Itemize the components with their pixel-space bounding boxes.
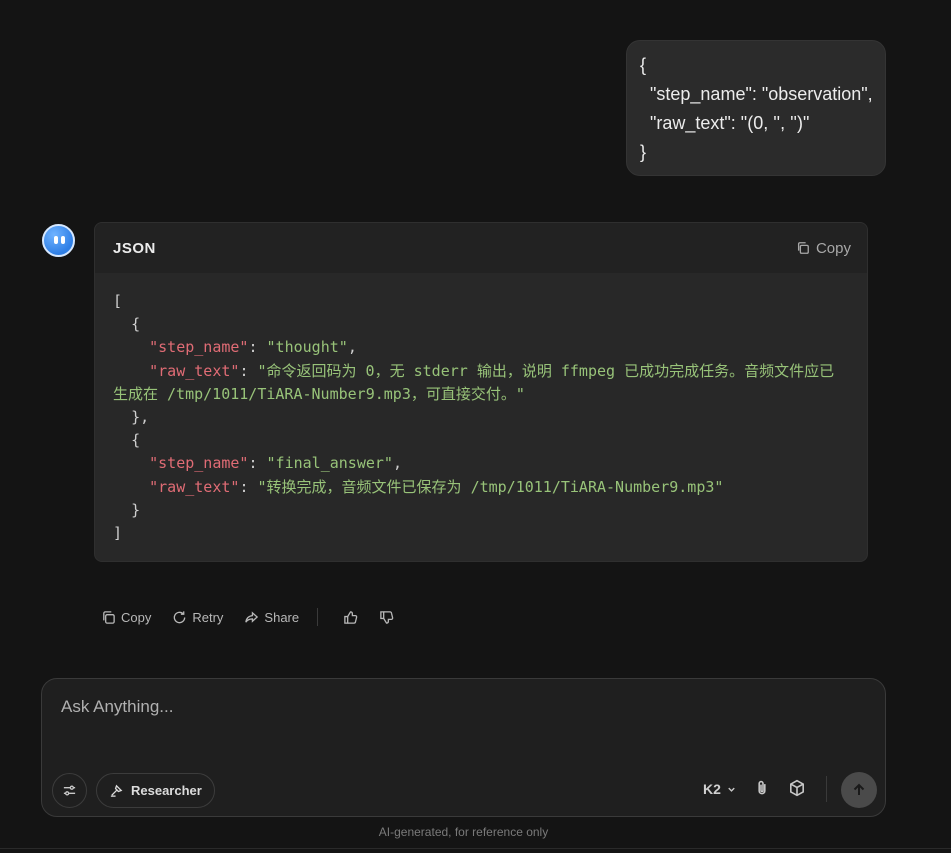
researcher-icon	[110, 784, 123, 797]
chevron-down-icon	[728, 787, 735, 792]
copy-message-button[interactable]: Copy	[101, 610, 151, 625]
json-key: "raw_text"	[149, 477, 240, 496]
tools-button[interactable]	[788, 779, 806, 802]
settings-tune-button[interactable]	[52, 773, 87, 808]
thumbs-up-icon	[344, 610, 358, 624]
sliders-icon	[63, 785, 76, 796]
thumbs-down-icon	[380, 610, 394, 624]
message-input[interactable]	[61, 695, 861, 719]
send-button[interactable]	[841, 772, 877, 808]
model-label: K2	[703, 781, 721, 797]
code-copy-button[interactable]: Copy	[796, 240, 851, 257]
json-key: "step_name"	[149, 454, 249, 473]
model-selector[interactable]: K2	[703, 781, 737, 797]
code-block: JSON Copy [ { "step_name": "thought", "r…	[94, 222, 868, 562]
paperclip-icon	[758, 780, 766, 795]
ai-disclaimer: AI-generated, for reference only	[378, 825, 549, 839]
thumbs-down-button[interactable]	[379, 610, 394, 625]
user-message-bubble: { "step_name": "observation", "raw_text"…	[626, 40, 886, 176]
json-string-value: "thought"	[266, 338, 348, 357]
researcher-label: Researcher	[131, 783, 202, 798]
code-line: },	[113, 408, 150, 427]
json-string-value: "final_answer"	[266, 454, 393, 473]
attach-button[interactable]	[753, 779, 771, 802]
retry-button[interactable]: Retry	[172, 610, 223, 625]
code-line: "raw_text": "转换完成，音频文件已保存为 /tmp/1011/TiA…	[149, 477, 724, 496]
copy-icon	[797, 242, 809, 254]
code-line: "raw_text": "命令返回码为 0，无 stderr 输出，说明 ffm…	[113, 361, 835, 403]
actions-divider	[317, 608, 319, 626]
json-key: "raw_text"	[149, 361, 240, 380]
share-label: Share	[264, 609, 300, 625]
code-content: [ { "step_name": "thought", "raw_text": …	[95, 273, 867, 545]
bottom-divider	[0, 848, 951, 849]
code-language-label: JSON	[113, 239, 156, 257]
retry-label: Retry	[192, 609, 224, 625]
code-line: {	[113, 315, 141, 334]
researcher-button[interactable]: Researcher	[96, 773, 215, 808]
code-line: "step_name": "thought",	[149, 338, 357, 357]
code-block-header: JSON Copy	[95, 223, 867, 273]
message-actions: Copy Retry Share	[101, 605, 415, 629]
code-line: }	[113, 500, 141, 519]
chat-composer: Researcher K2	[41, 678, 886, 817]
code-copy-label: Copy	[815, 239, 851, 257]
copy-icon	[103, 610, 115, 624]
copy-label: Copy	[121, 609, 152, 625]
code-line: [	[113, 292, 123, 310]
avatar-eye-left	[54, 236, 58, 244]
json-key: "step_name"	[149, 338, 249, 357]
assistant-avatar	[42, 224, 75, 257]
code-line: "step_name": "final_answer",	[149, 454, 402, 473]
share-button[interactable]: Share	[244, 610, 299, 625]
json-string-value: "转换完成，音频文件已保存为 /tmp/1011/TiARA-Number9.m…	[257, 477, 724, 496]
code-line: ]	[113, 524, 123, 543]
avatar-eye-right	[61, 236, 65, 244]
retry-icon	[174, 610, 186, 623]
arrow-up-icon	[853, 783, 865, 795]
thumbs-up-button[interactable]	[343, 610, 358, 625]
composer-divider	[826, 776, 827, 802]
code-line: {	[113, 431, 141, 450]
cube-icon	[790, 779, 804, 797]
share-icon	[245, 610, 259, 623]
